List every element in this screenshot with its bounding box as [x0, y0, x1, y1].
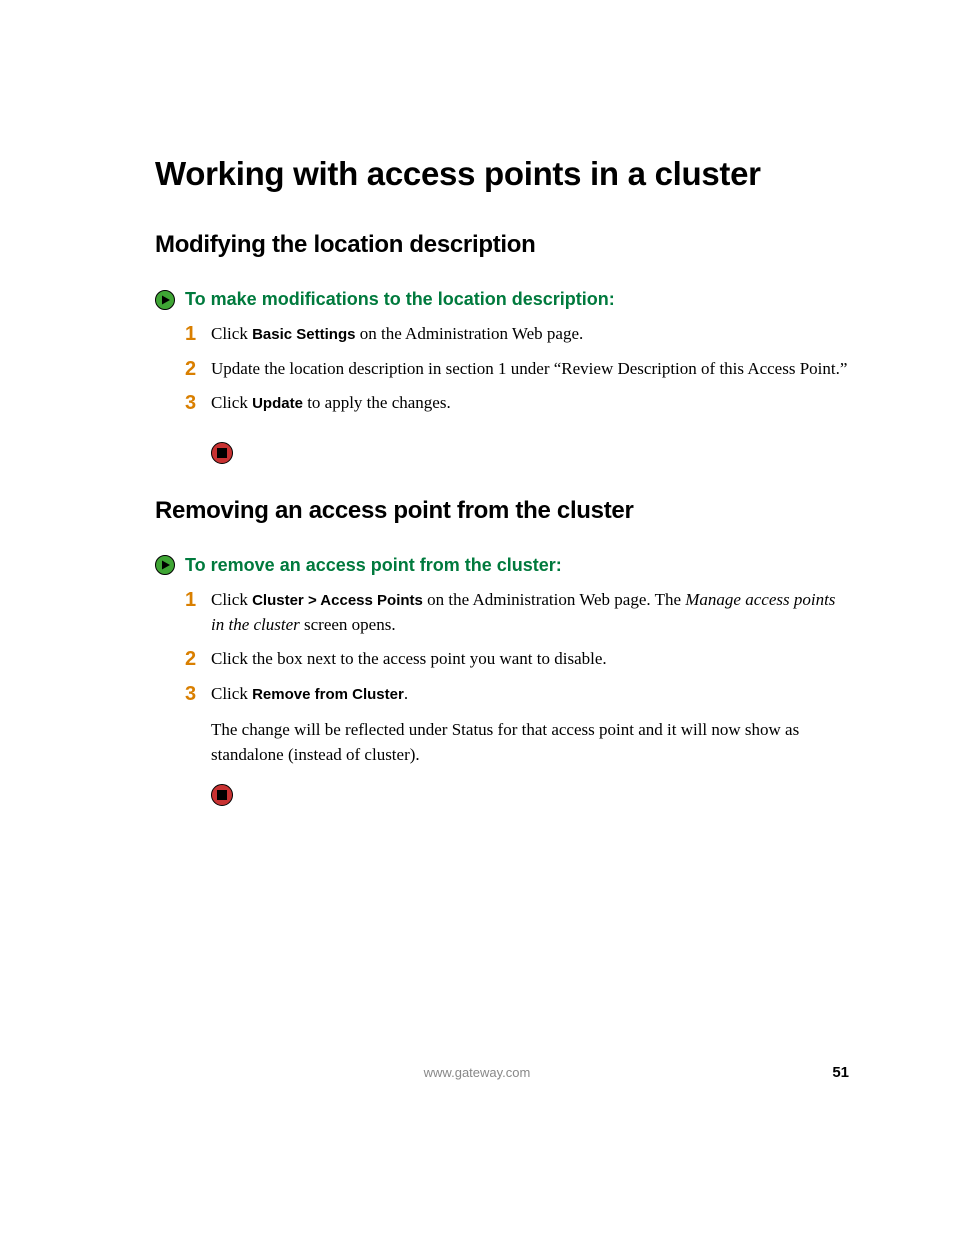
page-title: Working with access points in a cluster [155, 155, 849, 193]
step-item: 2 Update the location description in sec… [185, 357, 849, 382]
steps-list: 1 Click Basic Settings on the Administra… [185, 322, 849, 416]
step-number: 3 [185, 682, 211, 706]
step-number: 2 [185, 357, 211, 381]
steps-list: 1 Click Cluster > Access Points on the A… [185, 588, 849, 707]
step-item: 1 Click Basic Settings on the Administra… [185, 322, 849, 347]
step-number: 1 [185, 588, 211, 612]
step-item: 3 Click Update to apply the changes. [185, 391, 849, 416]
step-item: 3 Click Remove from Cluster. [185, 682, 849, 707]
step-text: Click the box next to the access point y… [211, 647, 607, 672]
step-text: Update the location description in secti… [211, 357, 847, 382]
task-header: To make modifications to the location de… [155, 289, 849, 310]
section-heading-modifying: Modifying the location description [155, 231, 849, 259]
stop-icon [211, 442, 233, 464]
task-header: To remove an access point from the clust… [155, 555, 849, 576]
task-title: To make modifications to the location de… [185, 289, 615, 310]
step-number: 2 [185, 647, 211, 671]
play-icon [155, 290, 175, 310]
step-number: 3 [185, 391, 211, 415]
play-icon [155, 555, 175, 575]
step-text: Click Remove from Cluster. [211, 682, 408, 707]
footer-url: www.gateway.com [424, 1065, 531, 1080]
result-paragraph: The change will be reflected under Statu… [211, 718, 849, 767]
step-number: 1 [185, 322, 211, 346]
step-text: Click Basic Settings on the Administrati… [211, 322, 583, 347]
step-item: 2 Click the box next to the access point… [185, 647, 849, 672]
stop-icon [211, 784, 233, 806]
section-heading-removing: Removing an access point from the cluste… [155, 497, 849, 525]
task-title: To remove an access point from the clust… [185, 555, 562, 576]
step-item: 1 Click Cluster > Access Points on the A… [185, 588, 849, 637]
page-footer: www.gateway.com 51 [0, 1065, 954, 1080]
page-number: 51 [832, 1064, 849, 1081]
step-text: Click Cluster > Access Points on the Adm… [211, 588, 849, 637]
step-text: Click Update to apply the changes. [211, 391, 451, 416]
